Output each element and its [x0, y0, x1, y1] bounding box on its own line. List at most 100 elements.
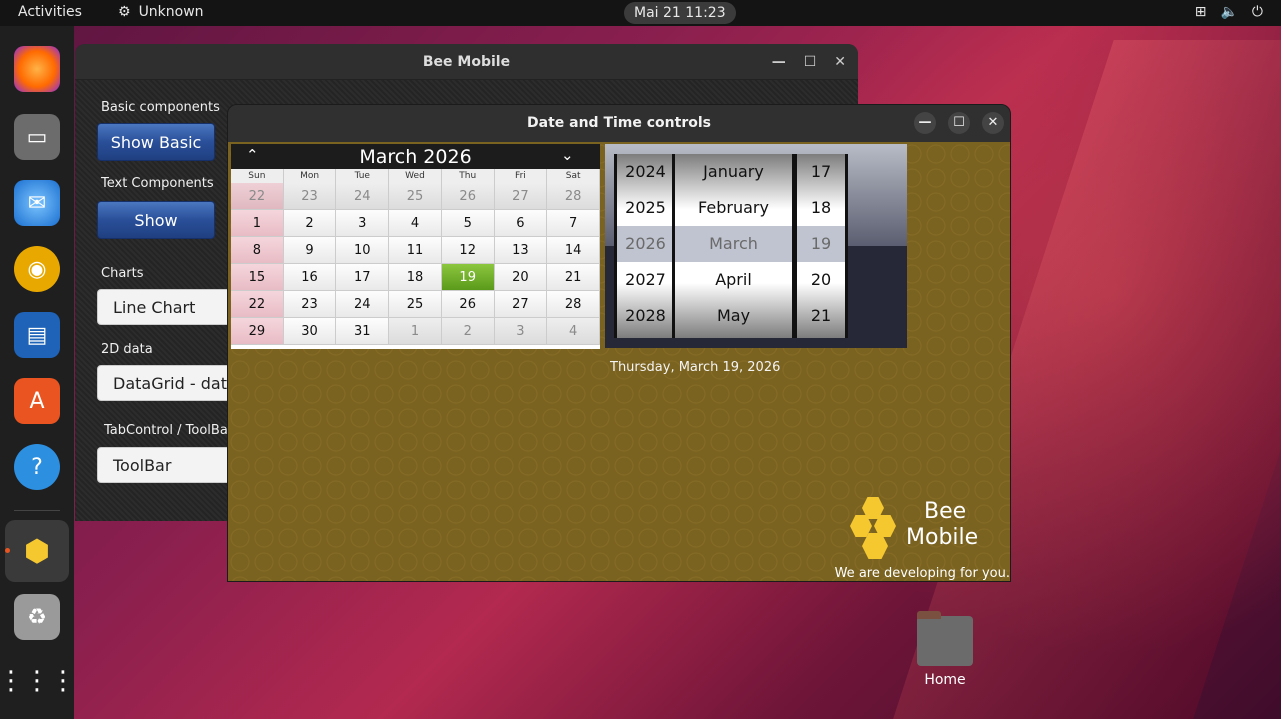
firefox-icon[interactable]: [14, 46, 60, 92]
calendar-day[interactable]: 17: [336, 264, 390, 291]
calendar-day[interactable]: 21: [547, 264, 600, 291]
calendar-day[interactable]: 26: [441, 291, 495, 318]
calendar-day[interactable]: 14: [547, 237, 600, 264]
calendar-day[interactable]: 4: [389, 210, 442, 237]
trash-icon[interactable]: ♻: [14, 594, 60, 640]
spinner-item[interactable]: 2027: [617, 262, 674, 298]
day-spinner[interactable]: 17 18 19 20 21: [794, 154, 848, 338]
date-spinner: 2024 2025 2026 2027 2028 January February Marc…: [605, 144, 907, 348]
maximize-icon[interactable]: ☐: [948, 112, 970, 134]
calendar-day[interactable]: 23: [283, 183, 337, 210]
calendar-day[interactable]: 24: [336, 183, 390, 210]
year-spinner[interactable]: 2024 2025 2026 2027 2028: [614, 154, 677, 338]
calendar-day[interactable]: 25: [389, 183, 442, 210]
spinner-item[interactable]: 17: [797, 154, 845, 190]
calendar-day[interactable]: 23: [283, 291, 337, 318]
clock[interactable]: Mai 21 11:23: [624, 2, 736, 24]
calendar-day[interactable]: 12: [441, 237, 495, 264]
calendar-day[interactable]: 11: [389, 237, 442, 264]
chevron-up-icon[interactable]: ⌃: [246, 146, 259, 164]
month-spinner[interactable]: January February March April May: [672, 154, 795, 338]
home-folder[interactable]: Home: [912, 611, 978, 688]
files-icon[interactable]: ▭: [14, 114, 60, 160]
calendar-day[interactable]: 28: [547, 291, 600, 318]
calendar-day[interactable]: 2: [283, 210, 337, 237]
dock-running-indicator: [5, 548, 10, 553]
calendar-day[interactable]: 26: [441, 183, 495, 210]
calendar-day[interactable]: 6: [494, 210, 548, 237]
calendar-grid: 22 23 24 25 26 27 28 1 2 3 4 5 6 7 8 9 10 11 12 13 14 15 16 17 1…: [231, 183, 600, 345]
spinner-item[interactable]: February: [675, 190, 792, 226]
rhythmbox-icon[interactable]: ◉: [14, 246, 60, 292]
calendar-day[interactable]: 28: [547, 183, 600, 210]
calendar-day[interactable]: 30: [283, 318, 337, 345]
calendar-day[interactable]: 9: [283, 237, 337, 264]
show-text-button[interactable]: Show: [97, 201, 215, 239]
toolbar-button[interactable]: ToolBar: [97, 447, 237, 483]
spinner-item[interactable]: March: [675, 226, 792, 262]
calendar-day[interactable]: 3: [336, 210, 390, 237]
calendar-day[interactable]: 5: [441, 210, 495, 237]
maximize-icon[interactable]: ☐: [804, 44, 817, 80]
system-tray[interactable]: ⊞ 🔈 ⏻: [1195, 4, 1263, 20]
calendar-day[interactable]: 24: [336, 291, 390, 318]
activities-button[interactable]: Activities: [18, 4, 82, 20]
app-center-icon[interactable]: A: [14, 378, 60, 424]
calendar-day[interactable]: 20: [494, 264, 548, 291]
calendar-day[interactable]: 2: [441, 318, 495, 345]
spinner-item[interactable]: 2025: [617, 190, 674, 226]
writer-icon[interactable]: ▤: [14, 312, 60, 358]
calendar-day[interactable]: 1: [231, 210, 284, 237]
thunderbird-icon[interactable]: ✉: [14, 180, 60, 226]
calendar-day[interactable]: 19: [441, 264, 495, 291]
line-chart-button[interactable]: Line Chart: [97, 289, 237, 325]
datagrid-button[interactable]: DataGrid - data: [97, 365, 237, 401]
calendar-day[interactable]: 29: [231, 318, 284, 345]
help-icon[interactable]: ?: [14, 444, 60, 490]
app-menu[interactable]: ⚙ Unknown: [118, 4, 204, 20]
top-bar: Activities ⚙ Unknown Mai 21 11:23 ⊞ 🔈 ⏻: [0, 0, 1281, 26]
show-basic-button[interactable]: Show Basic: [97, 123, 215, 161]
calendar-day[interactable]: 31: [336, 318, 390, 345]
app-gear-icon: ⚙: [118, 4, 131, 20]
close-icon[interactable]: ✕: [834, 44, 846, 80]
spinner-item[interactable]: 2024: [617, 154, 674, 190]
spinner-item[interactable]: January: [675, 154, 792, 190]
spinner-item[interactable]: 21: [797, 298, 845, 334]
calendar-day[interactable]: 18: [389, 264, 442, 291]
calendar-day[interactable]: 1: [389, 318, 442, 345]
spinner-item[interactable]: April: [675, 262, 792, 298]
date-time-titlebar[interactable]: Date and Time controls — ☐ ✕: [228, 105, 1010, 142]
calendar-day[interactable]: 10: [336, 237, 390, 264]
calendar-day[interactable]: 7: [547, 210, 600, 237]
spinner-item[interactable]: May: [675, 298, 792, 334]
window-title: Date and Time controls: [527, 115, 711, 131]
calendar-day[interactable]: 13: [494, 237, 548, 264]
minimize-icon[interactable]: —: [914, 112, 936, 134]
spinner-item[interactable]: 19: [797, 226, 845, 262]
calendar-day[interactable]: 3: [494, 318, 548, 345]
bee-mobile-icon[interactable]: ⬢: [14, 528, 60, 574]
calendar-day[interactable]: 25: [389, 291, 442, 318]
weekday-label: Fri: [495, 169, 548, 183]
weekday-label: Sat: [547, 169, 600, 183]
spinner-item[interactable]: 20: [797, 262, 845, 298]
spinner-item[interactable]: 2026: [617, 226, 674, 262]
calendar-day[interactable]: 15: [231, 264, 284, 291]
spinner-item[interactable]: 2028: [617, 298, 674, 334]
calendar-day[interactable]: 8: [231, 237, 284, 264]
calendar-day[interactable]: 22: [231, 291, 284, 318]
show-apps-icon[interactable]: ⋮⋮⋮: [0, 658, 76, 704]
minimize-icon[interactable]: —: [772, 44, 786, 80]
calendar-day[interactable]: 22: [231, 183, 284, 210]
bee-mobile-titlebar[interactable]: Bee Mobile — ☐ ✕: [75, 44, 858, 80]
logo-line-2: Mobile: [906, 525, 979, 550]
spinner-item[interactable]: 18: [797, 190, 845, 226]
chevron-down-icon[interactable]: ⌄: [561, 146, 574, 164]
calendar-day[interactable]: 4: [547, 318, 600, 345]
calendar-day[interactable]: 16: [283, 264, 337, 291]
calendar-day[interactable]: 27: [494, 291, 548, 318]
section-label: 2D data: [101, 342, 153, 357]
calendar-day[interactable]: 27: [494, 183, 548, 210]
close-icon[interactable]: ✕: [982, 112, 1004, 134]
